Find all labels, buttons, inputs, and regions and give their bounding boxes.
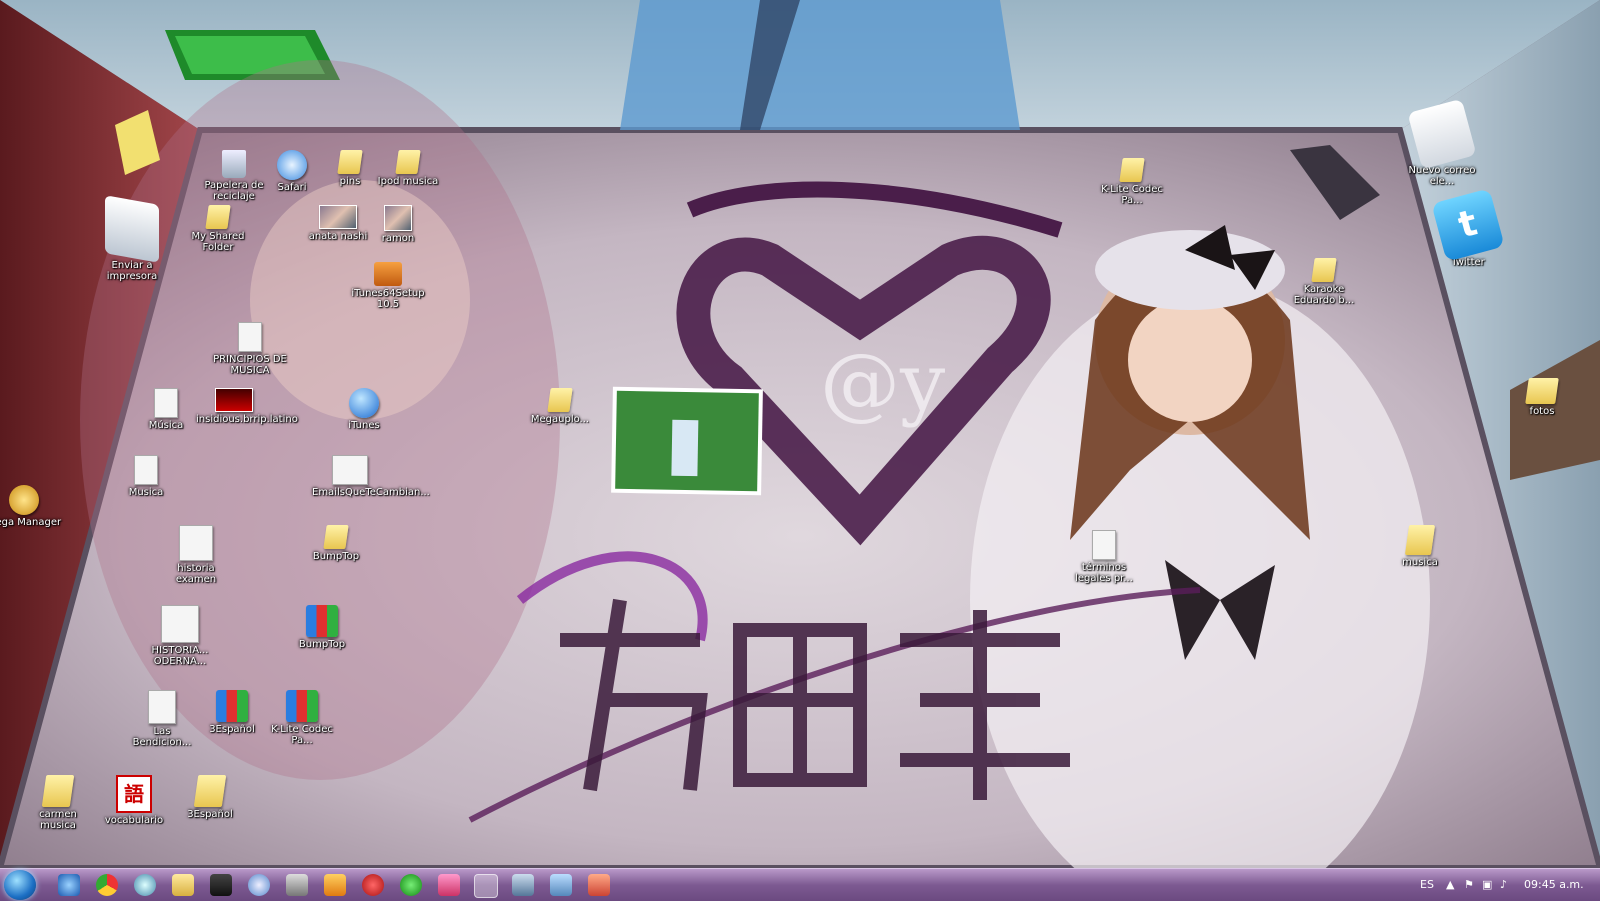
video-thumbnail-icon (319, 205, 357, 229)
safari-icon[interactable] (134, 874, 156, 896)
chrome-icon[interactable] (96, 874, 118, 896)
compass-icon (277, 150, 307, 180)
mega-manager-shortcut[interactable]: Mega Manager (0, 485, 62, 528)
fotos-folder[interactable]: fotos (1504, 378, 1580, 417)
svg-text:@y: @y (820, 336, 945, 429)
document-icon (1092, 530, 1116, 560)
email-icon (1407, 98, 1477, 170)
insidious-file[interactable]: insidious.brrip.latino (196, 388, 298, 425)
terminos-file[interactable]: términos legales pr... (1066, 530, 1142, 584)
trash-icon (222, 150, 246, 178)
app-icon[interactable] (438, 874, 460, 896)
vocabulary-app-icon: 語 (116, 775, 152, 813)
printer-icon (105, 195, 159, 263)
historia-moderna-file[interactable]: HISTORIA... ODERNA... (142, 605, 218, 667)
document-icon (134, 455, 158, 485)
globe-icon[interactable] (248, 874, 270, 896)
document-icon (238, 322, 262, 352)
itunes-icon (349, 388, 379, 418)
twitter-drop-target[interactable]: t Twitter (1430, 188, 1506, 268)
mega-manager-icon (9, 485, 39, 515)
document-icon (332, 455, 368, 485)
folder-icon (193, 775, 227, 807)
itunes-setup-file[interactable]: iTunes64Setup 10.5 (350, 262, 426, 310)
room-background: @y (0, 0, 1600, 868)
bumptop-desktop: @y Papelera de reciclaje Safari pins Ipo… (0, 0, 1600, 900)
start-button[interactable] (4, 870, 36, 900)
folder-icon (205, 205, 231, 229)
volume-icon[interactable]: ♪ (1500, 879, 1512, 891)
network-icon[interactable] (512, 874, 534, 896)
3espanol-archive[interactable]: 3Español (194, 690, 270, 735)
document-icon (179, 525, 213, 561)
explorer-folder-icon[interactable] (172, 874, 194, 896)
action-center-flag-icon[interactable]: ⚑ (1464, 879, 1476, 891)
folder-icon (395, 150, 421, 174)
itunes-shortcut[interactable]: iTunes (326, 388, 402, 431)
ramon-file[interactable]: ramon (360, 205, 436, 244)
app-icon[interactable] (362, 874, 384, 896)
folder-icon (1119, 158, 1145, 182)
utorrent-icon[interactable] (400, 874, 422, 896)
media-player-icon[interactable] (324, 874, 346, 896)
megauplo-folder[interactable]: Megauplo... (522, 388, 598, 425)
principios-musica-file[interactable]: PRINCIPIOS DE MUSICA (212, 322, 288, 376)
image-thumbnail-icon (384, 205, 412, 231)
klite-folder[interactable]: K-Lite Codec Pa... (1094, 158, 1170, 206)
musica-folder[interactable]: musica (1382, 525, 1458, 568)
document-icon (161, 605, 199, 643)
folder-icon (1404, 525, 1436, 555)
musica-file-1[interactable]: Música (128, 388, 204, 431)
speaker-app-icon[interactable] (588, 874, 610, 896)
winrar-archive-icon (216, 690, 248, 722)
folder-icon (1525, 378, 1559, 404)
twitter-icon: t (1431, 188, 1505, 262)
clock[interactable]: 09:45 a.m. (1524, 878, 1584, 891)
show-hidden-icons-icon[interactable]: ▲ (1446, 879, 1458, 891)
3espanol-folder[interactable]: 3Español (172, 775, 248, 820)
folder-icon (323, 525, 349, 549)
my-shared-folder[interactable]: My Shared Folder (180, 205, 256, 253)
keyboard-icon[interactable] (550, 874, 572, 896)
historia-examen-file[interactable]: historia examen (158, 525, 234, 585)
bumptop-archive[interactable]: BumpTop (284, 605, 360, 650)
monitor-icon[interactable] (286, 874, 308, 896)
vocabulario-file[interactable]: 語 vocabulario (96, 775, 172, 826)
print-drop-target[interactable]: Enviar a impresora (94, 195, 170, 282)
musica-file-2[interactable]: Musica (108, 455, 184, 498)
folder-icon (547, 388, 573, 412)
winrar-archive-icon (306, 605, 338, 637)
audio-document-icon (148, 690, 176, 724)
new-email-drop-target[interactable]: Nuevo correo ele... (1404, 98, 1480, 187)
emails-file[interactable]: EmailsQueTeCambian... (312, 455, 430, 498)
karaoke-folder[interactable]: Karaoke Eduardo b... (1286, 258, 1362, 306)
document-icon (154, 388, 178, 418)
video-thumbnail-icon (215, 388, 253, 412)
folder-icon (1311, 258, 1337, 282)
las-bendiciones-file[interactable]: Las Bendicion... (124, 690, 200, 748)
klite-archive[interactable]: K-Lite Codec Pa... (264, 690, 340, 746)
bumptop-folder[interactable]: BumpTop (298, 525, 374, 562)
installer-package-icon (374, 262, 402, 286)
language-indicator[interactable]: ES (1420, 878, 1434, 891)
winrar-archive-icon (286, 690, 318, 722)
system-tray: ES ▲ ⚑ ▣ ♪ 09:45 a.m. (1410, 869, 1600, 901)
ipod-musica-folder[interactable]: Ipod musica (370, 150, 446, 187)
media-center-icon[interactable] (210, 874, 232, 896)
carmen-musica-folder[interactable]: carmen musica (20, 775, 96, 831)
internet-explorer-icon[interactable] (58, 874, 80, 896)
folder-icon (41, 775, 75, 807)
bumptop-taskbar-button[interactable] (474, 874, 498, 898)
taskbar: ES ▲ ⚑ ▣ ♪ 09:45 a.m. (0, 868, 1600, 901)
folder-icon (337, 150, 363, 174)
network-tray-icon[interactable]: ▣ (1482, 879, 1494, 891)
